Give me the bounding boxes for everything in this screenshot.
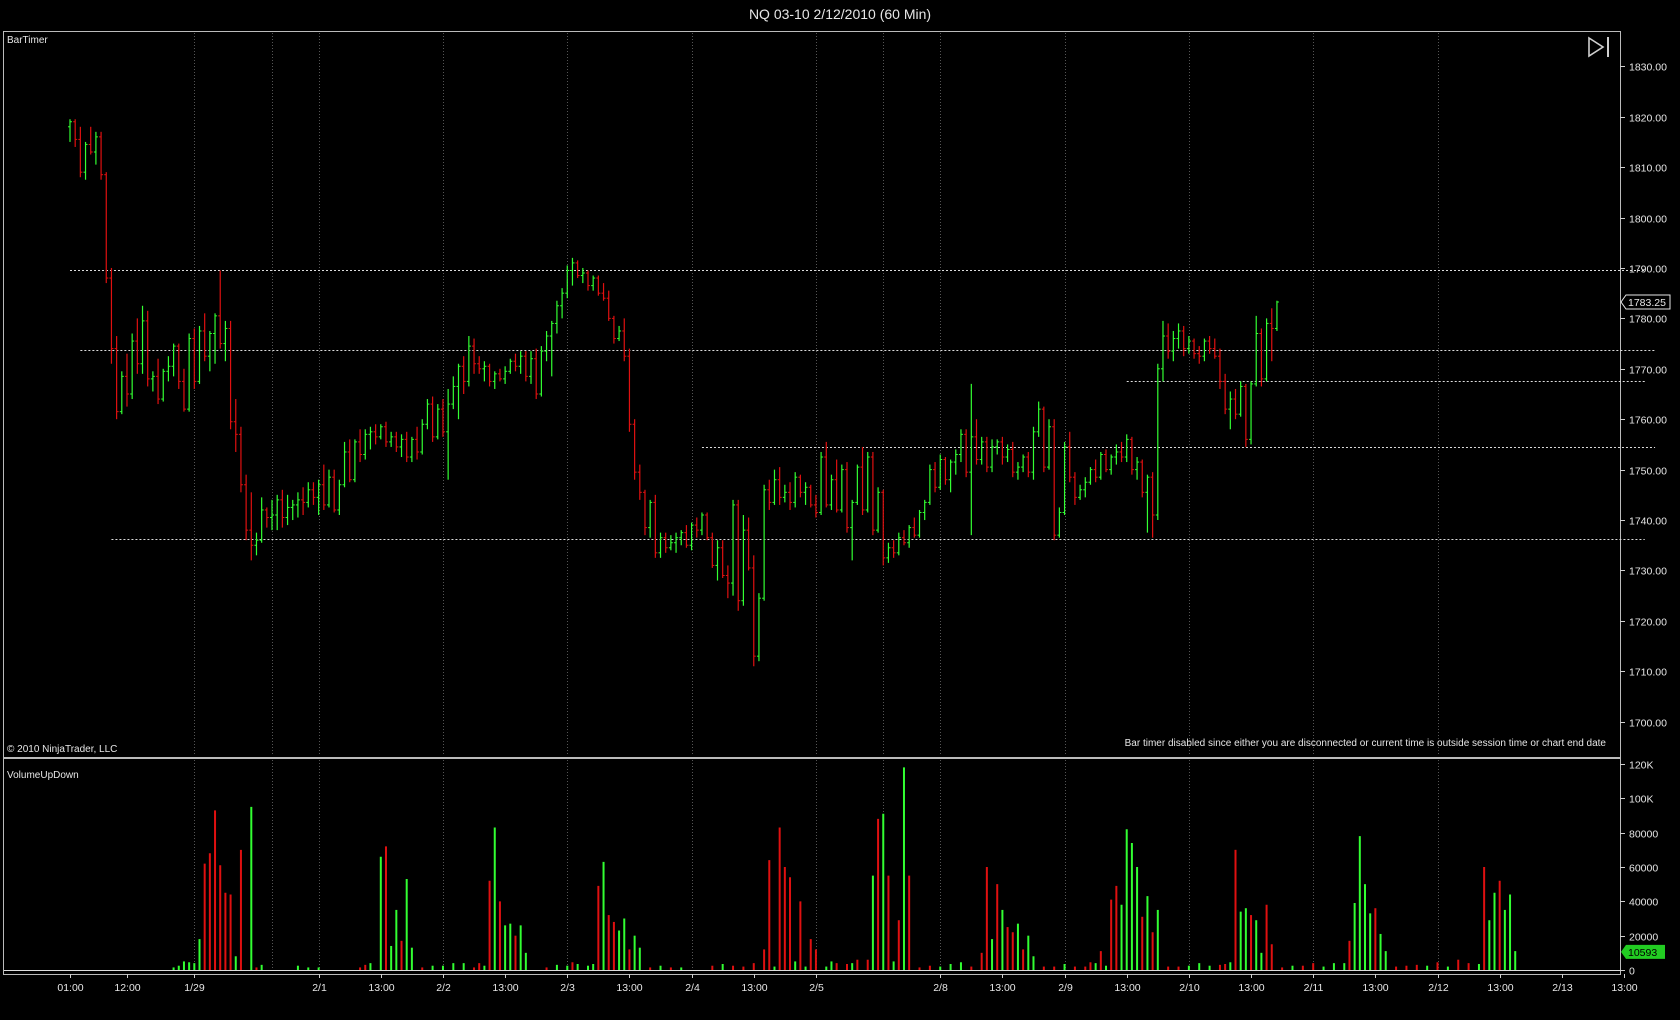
time-axis-label: 13:00 <box>1611 982 1637 994</box>
price-axis-label: 1790.00 <box>1629 264 1667 276</box>
last-price-label: 1783.25 <box>1628 297 1666 309</box>
time-axis-label: 13:00 <box>1362 982 1388 994</box>
time-axis-label: 13:00 <box>1114 982 1140 994</box>
price-axis-label: 1760.00 <box>1629 415 1667 427</box>
time-axis-label: 2/3 <box>560 982 575 994</box>
time-axis-label: 2/12 <box>1428 982 1449 994</box>
volume-axis-label: 60000 <box>1629 863 1658 875</box>
volume-axis-label: 40000 <box>1629 897 1658 909</box>
price-axis-label: 1810.00 <box>1629 163 1667 175</box>
last-volume-badge: 10593 <box>1621 944 1665 959</box>
time-axis-label: 13:00 <box>1238 982 1264 994</box>
time-axis-label: 13:00 <box>989 982 1015 994</box>
price-axis-label: 1730.00 <box>1629 566 1667 578</box>
time-axis-label: 13:00 <box>616 982 642 994</box>
price-axis-label: 1710.00 <box>1629 667 1667 679</box>
bartimer-label: BarTimer <box>7 35 48 46</box>
time-axis-label: 2/5 <box>809 982 824 994</box>
price-axis-label: 1720.00 <box>1629 617 1667 629</box>
time-axis-label: 2/2 <box>436 982 451 994</box>
volume-indicator-label: VolumeUpDown <box>7 770 79 781</box>
time-axis-label: 2/11 <box>1304 982 1324 994</box>
last-price-badge: 1783.25 <box>1620 294 1671 310</box>
price-axis-label: 1740.00 <box>1629 516 1667 528</box>
copyright-text: © 2010 NinjaTrader, LLC <box>7 744 117 755</box>
time-axis-label: 13:00 <box>741 982 767 994</box>
time-axis-label: 2/10 <box>1179 982 1200 994</box>
volume-axis-label: 120K <box>1629 760 1654 772</box>
volume-axis-label: 20000 <box>1629 932 1658 944</box>
last-volume-label: 10593 <box>1628 947 1657 959</box>
time-axis-label: 2/9 <box>1058 982 1073 994</box>
scroll-to-end-icon[interactable] <box>1584 34 1612 60</box>
time-axis-label: 2/1 <box>312 982 327 994</box>
price-axis-label: 1820.00 <box>1629 113 1667 125</box>
time-axis-label: 01:00 <box>57 982 83 994</box>
time-axis-label: 1/29 <box>184 982 205 994</box>
price-axis-label: 1830.00 <box>1629 62 1667 74</box>
chart-canvas: NQ 03-10 2/12/2010 (60 Min) 1700.00 1710.… <box>0 0 1680 1020</box>
volume-axis-label: 0 <box>1629 966 1635 978</box>
time-axis-label: 2/8 <box>933 982 948 994</box>
price-axis-label: 1800.00 <box>1629 214 1667 226</box>
time-axis-label: 2/4 <box>685 982 700 994</box>
price-axis-label: 1770.00 <box>1629 365 1667 377</box>
window-title: NQ 03-10 2/12/2010 (60 Min) <box>749 6 931 22</box>
time-axis-label: 13:00 <box>1487 982 1513 994</box>
time-axis-label: 13:00 <box>368 982 394 994</box>
volume-axis-label: 80000 <box>1629 829 1658 841</box>
time-axis-label: 2/13 <box>1552 982 1573 994</box>
time-axis-label: 13:00 <box>492 982 518 994</box>
time-axis-label: 12:00 <box>114 982 140 994</box>
price-axis-label: 1700.00 <box>1629 718 1667 730</box>
price-axis-label: 1750.00 <box>1629 466 1667 478</box>
volume-axis-label: 100K <box>1629 794 1654 806</box>
price-axis-label: 1780.00 <box>1629 314 1667 326</box>
bar-timer-message: Bar timer disabled since either you are … <box>1125 738 1607 749</box>
